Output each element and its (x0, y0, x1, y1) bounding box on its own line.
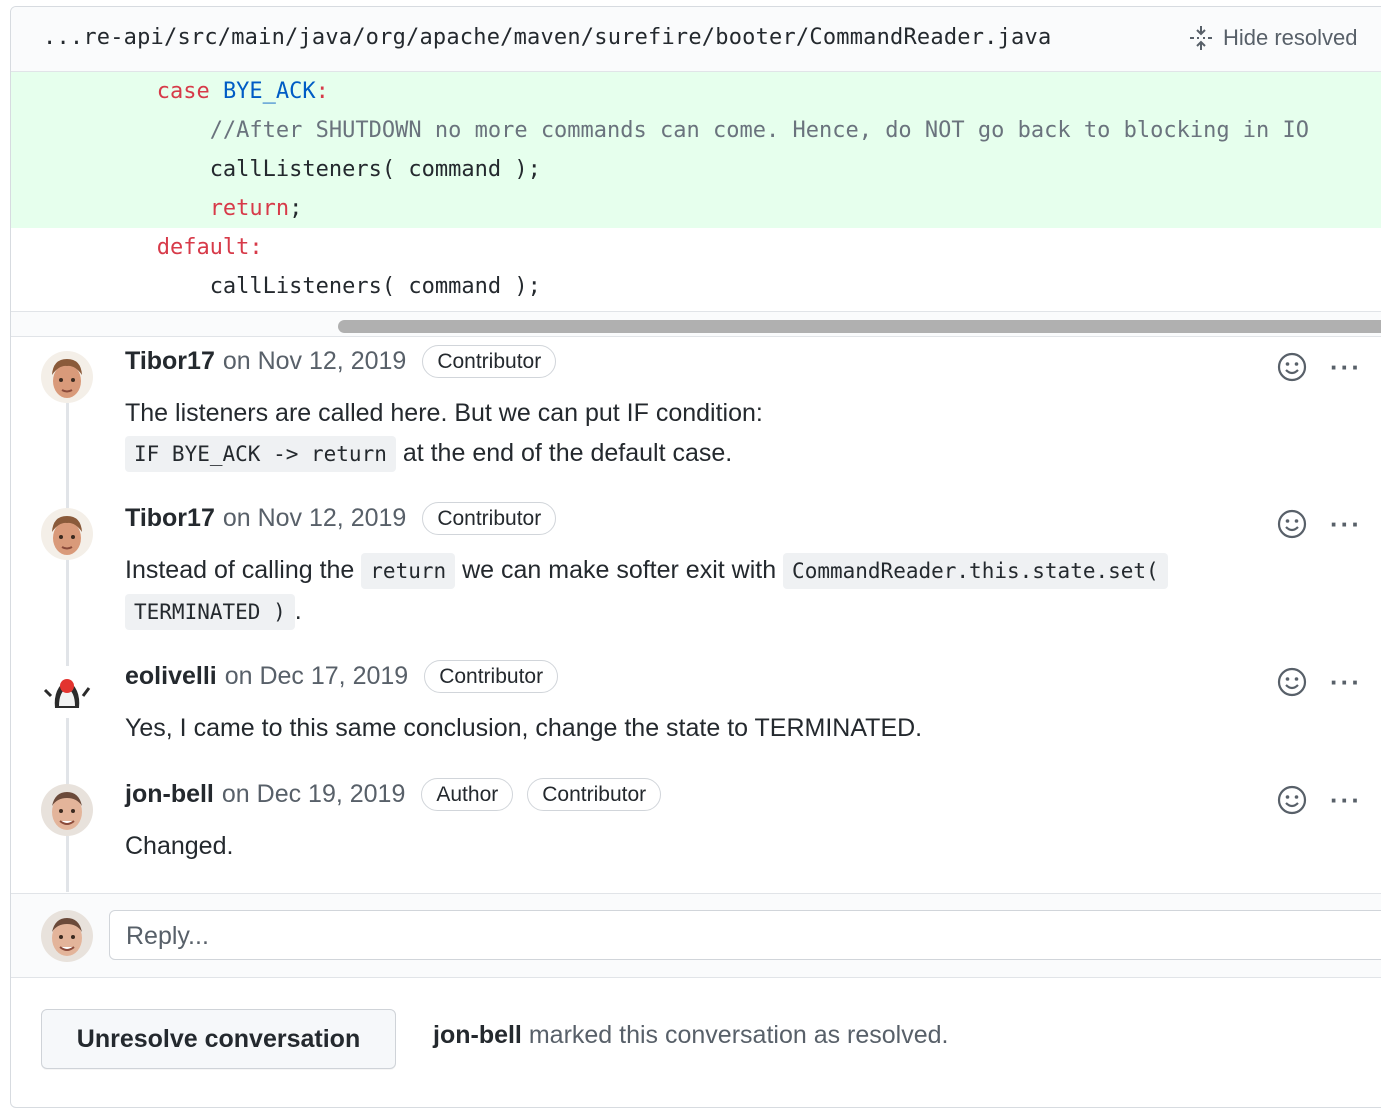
hide-resolved-label: Hide resolved (1223, 25, 1358, 50)
comment-header: jon-bell on Dec 19, 2019 Author Contributor (125, 778, 662, 811)
comment-body: Changed. (125, 826, 233, 866)
comment-date[interactable]: on Nov 12, 2019 (223, 504, 406, 533)
code-line: default: (156, 235, 263, 260)
comment-author[interactable]: Tibor17 (125, 504, 215, 533)
comment-header: eolivelli on Dec 17, 2019 Contributor (125, 660, 559, 693)
horizontal-scrollbar[interactable] (11, 311, 1381, 337)
comment-text: Yes, I came to this same conclusion, cha… (125, 714, 923, 742)
file-header: ...re-api/src/main/java/org/apache/maven… (11, 7, 1381, 72)
code-line: callListeners( command ); (209, 274, 541, 299)
role-badge: Contributor (422, 345, 557, 378)
comment-header: Tibor17 on Nov 12, 2019 Contributor (125, 502, 557, 535)
comment-body: Yes, I came to this same conclusion, cha… (125, 708, 922, 748)
comment-line: Instead of calling the return we can mak… (125, 550, 1168, 591)
inline-code: TERMINATED ) (125, 594, 295, 630)
inline-code: IF BYE_ACK -> return (125, 436, 396, 472)
comment-author[interactable]: jon-bell (125, 780, 214, 809)
code-line-added: callListeners( command ); (11, 150, 1381, 189)
scrollbar-thumb[interactable] (338, 320, 1381, 333)
comment-actions: ··· (1276, 666, 1362, 698)
more-options-icon[interactable]: ··· (1330, 354, 1362, 380)
comment-author[interactable]: eolivelli (125, 662, 217, 691)
comment-text: Instead of calling the (125, 556, 362, 584)
avatar-tibor17[interactable] (41, 508, 93, 560)
code-line-added: return; (11, 189, 1381, 228)
comment-date[interactable]: on Nov 12, 2019 (223, 347, 406, 376)
review-thread: ...re-api/src/main/java/org/apache/maven… (10, 6, 1381, 1108)
comment-text: Changed. (125, 832, 234, 860)
unresolve-conversation-button[interactable]: Unresolve conversation (41, 1009, 396, 1069)
comment-date[interactable]: on Dec 17, 2019 (225, 662, 408, 691)
more-options-icon[interactable]: ··· (1330, 511, 1362, 537)
role-badge: Contributor (527, 778, 662, 811)
fold-icon (1190, 26, 1212, 50)
comment-line: TERMINATED ). (125, 591, 1168, 632)
comment-line: IF BYE_ACK -> return at the end of the d… (125, 433, 763, 474)
add-reaction-icon[interactable] (1276, 666, 1308, 698)
comment-actions: ··· (1276, 508, 1362, 540)
file-path[interactable]: ...re-api/src/main/java/org/apache/maven… (43, 25, 1051, 50)
add-reaction-icon[interactable] (1276, 784, 1308, 816)
reply-area: Reply... (11, 893, 1381, 978)
more-options-icon[interactable]: ··· (1330, 669, 1362, 695)
comment-body: Instead of calling the return we can mak… (125, 550, 1168, 632)
comment-actions: ··· (1276, 351, 1362, 383)
comment-line: Yes, I came to this same conclusion, cha… (125, 708, 922, 748)
comment-date[interactable]: on Dec 19, 2019 (222, 780, 405, 809)
comment-text: we can make softer exit with (455, 556, 784, 584)
add-reaction-icon[interactable] (1276, 508, 1308, 540)
inline-code: CommandReader.this.state.set( (783, 553, 1168, 589)
hide-resolved-button[interactable]: Hide resolved (1189, 25, 1358, 51)
inline-code: return (361, 553, 456, 589)
code-line-added: case BYE_ACK: (11, 72, 1381, 111)
resolution-note: jon-bell marked this conversation as res… (433, 1021, 949, 1050)
resolver-name[interactable]: jon-bell (433, 1021, 522, 1049)
role-badge: Contributor (424, 660, 559, 693)
comment-header: Tibor17 on Nov 12, 2019 Contributor (125, 345, 557, 378)
avatar-jon-bell[interactable] (41, 784, 93, 836)
reply-input[interactable]: Reply... (109, 910, 1381, 960)
more-options-icon[interactable]: ··· (1330, 787, 1362, 813)
avatar-tibor17[interactable] (41, 351, 93, 403)
resolution-message: marked this conversation as resolved. (528, 1021, 949, 1049)
comment-line: The listeners are called here. But we ca… (125, 393, 763, 433)
comment-line: Changed. (125, 826, 233, 866)
role-badge: Contributor (422, 502, 557, 535)
comment-text: The listeners are called here. But we ca… (125, 399, 763, 427)
avatar-eolivelli[interactable] (41, 666, 93, 718)
code-snippet: case BYE_ACK: //After SHUTDOWN no more c… (11, 72, 1381, 310)
comment-author[interactable]: Tibor17 (125, 347, 215, 376)
comment-body: The listeners are called here. But we ca… (125, 393, 763, 474)
comment-text: at the end of the default case. (395, 439, 733, 467)
comment-text: . (294, 597, 302, 625)
role-badge: Author (421, 778, 514, 811)
avatar-jon-bell[interactable] (41, 910, 93, 962)
add-reaction-icon[interactable] (1276, 351, 1308, 383)
code-line-added: //After SHUTDOWN no more commands can co… (11, 111, 1381, 150)
comment-actions: ··· (1276, 784, 1362, 816)
